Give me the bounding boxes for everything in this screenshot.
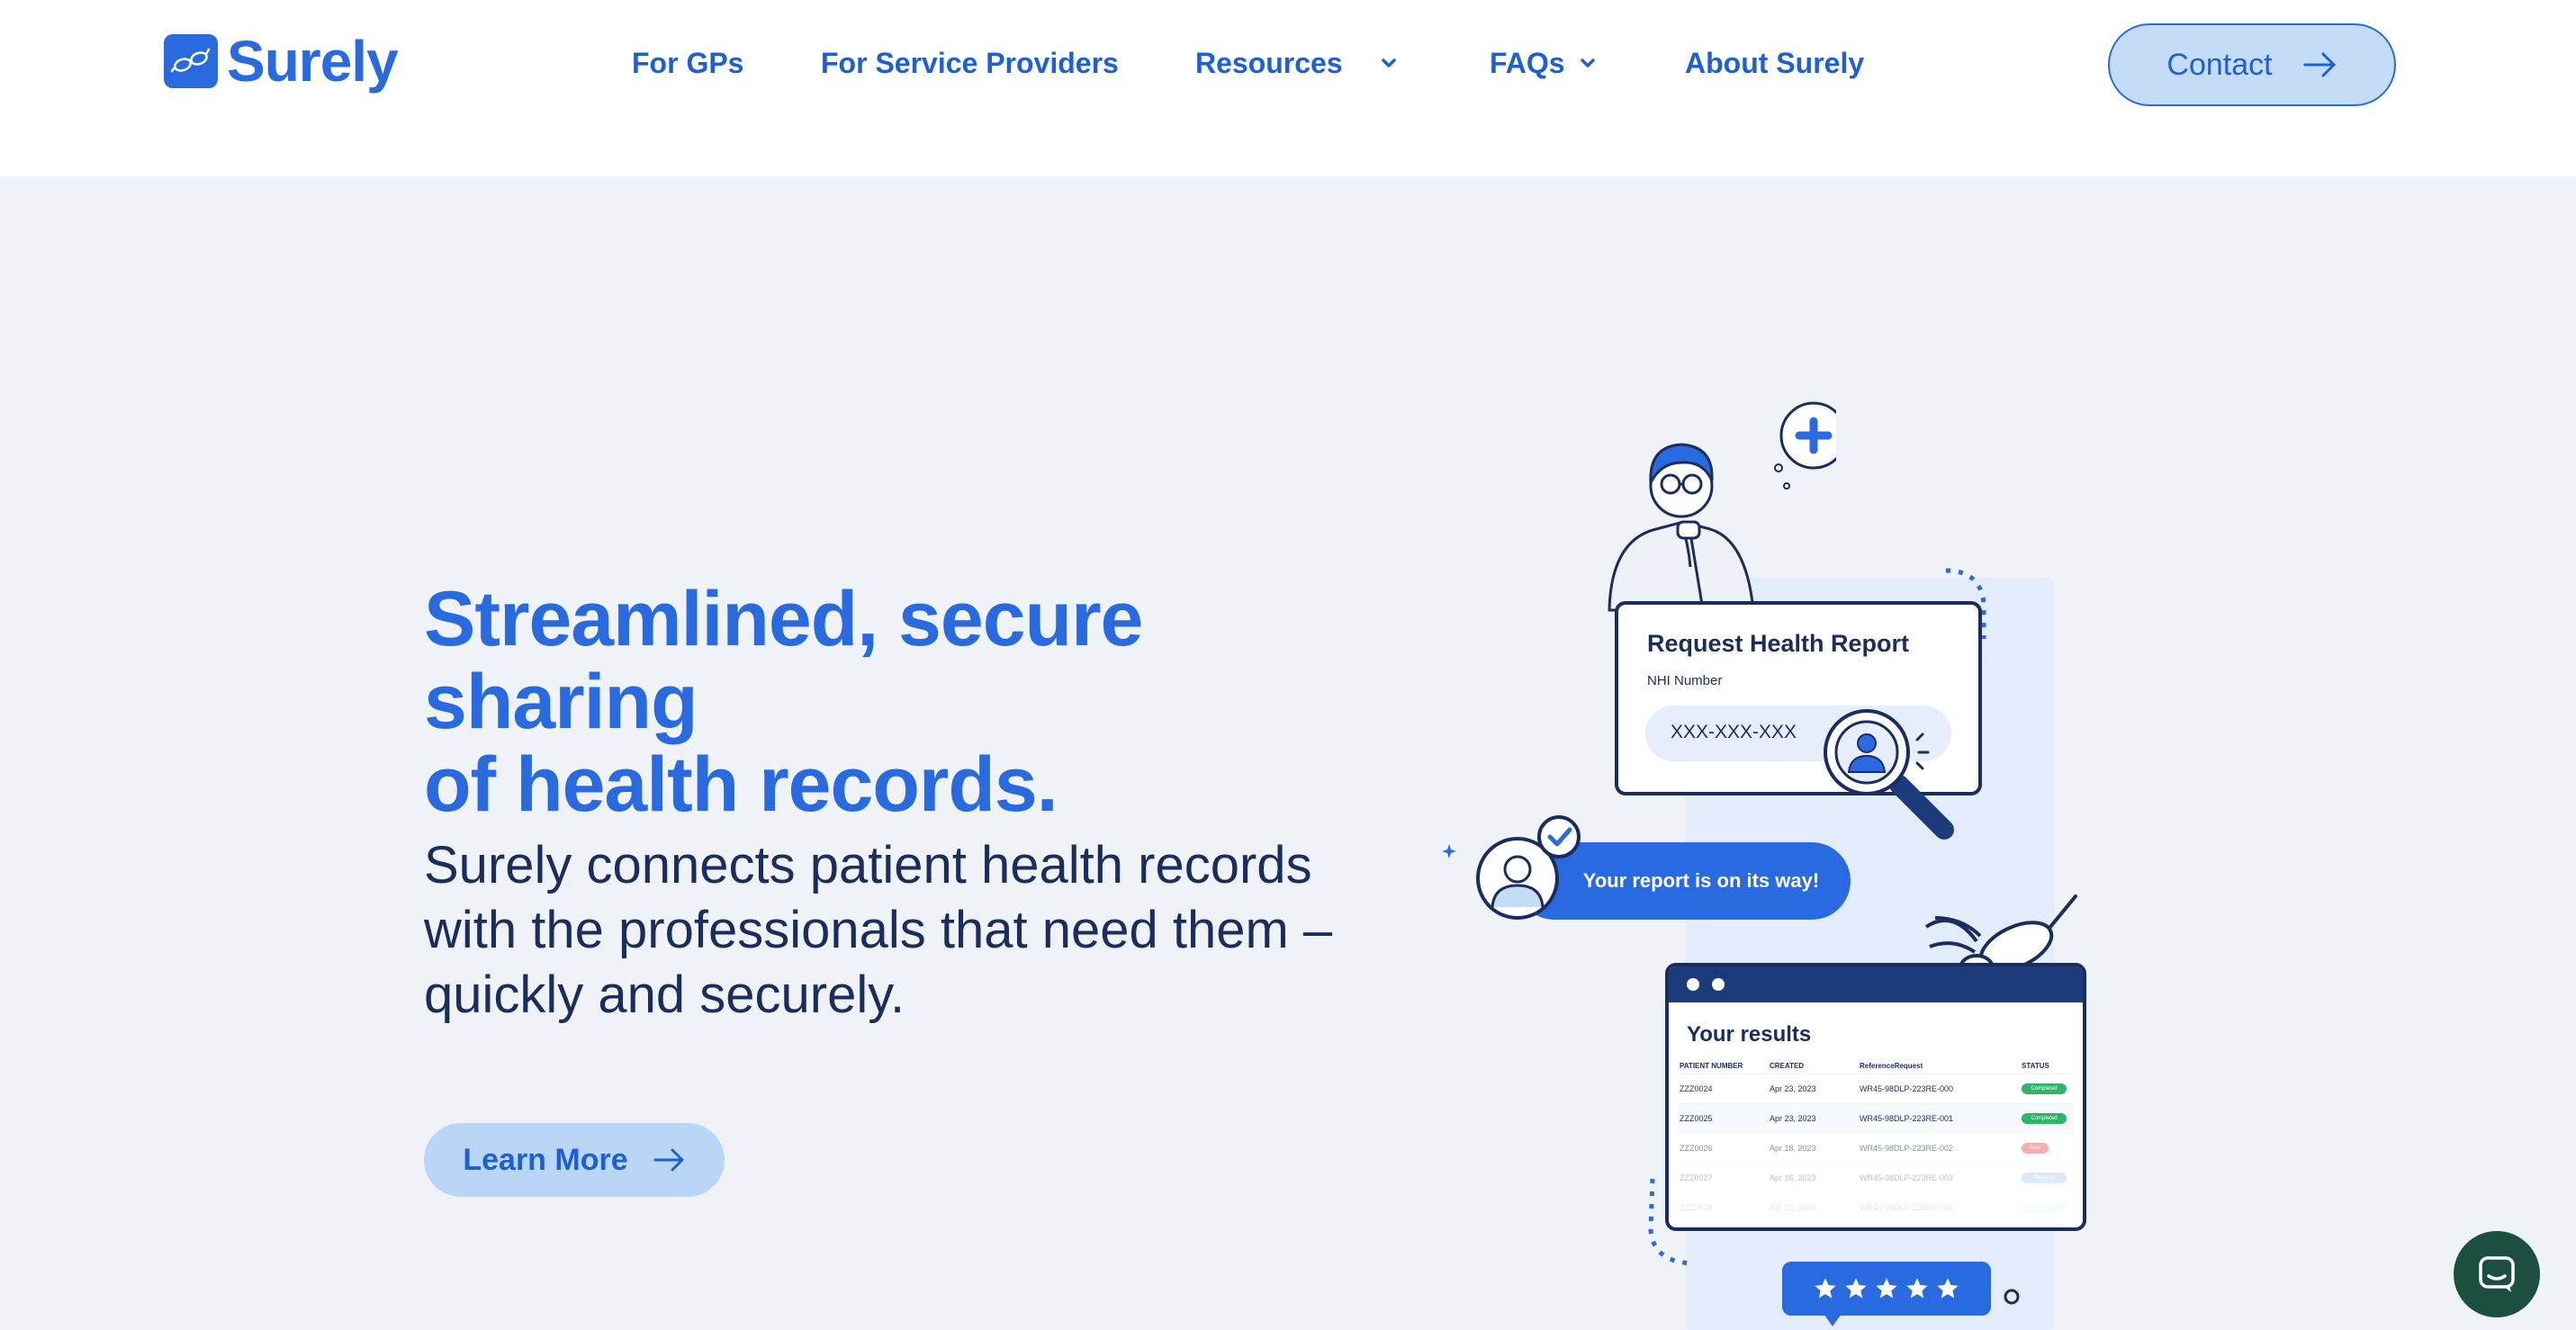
nhi-value: XXX-XXX-XXX bbox=[1671, 722, 1797, 742]
chevron-down-icon bbox=[1580, 58, 1595, 67]
column-header: CREATED bbox=[1770, 1062, 1805, 1070]
hero-desc-line: with the professionals that need them – bbox=[424, 901, 1333, 959]
star-icon bbox=[1906, 1278, 1928, 1299]
patient-number: ZZZ0025 bbox=[1680, 1114, 1713, 1123]
reference-request: WR45-98DLP-223RE-001 bbox=[1860, 1114, 1954, 1123]
star-icon bbox=[1815, 1278, 1836, 1299]
results-titlebar bbox=[1669, 966, 2083, 1002]
learn-more-button[interactable]: Learn More bbox=[424, 1123, 725, 1197]
window-dot bbox=[1712, 978, 1725, 991]
learn-more-label: Learn More bbox=[463, 1142, 628, 1177]
doctor-figure-icon bbox=[1608, 401, 1836, 612]
created-date: Apr 16, 2023 bbox=[1770, 1173, 1816, 1182]
table-row: ZZZ0026 Apr 18, 2023 WR45-98DLP-223RE-00… bbox=[1678, 1133, 2074, 1163]
logo[interactable]: Surely bbox=[164, 29, 399, 94]
arrow-right-icon bbox=[2303, 52, 2336, 77]
logo-text: Surely bbox=[227, 29, 399, 94]
patient-number: ZZZ0024 bbox=[1680, 1084, 1713, 1093]
status-badge: Error bbox=[2022, 1143, 2049, 1154]
created-date: Apr 23, 2023 bbox=[1770, 1114, 1816, 1123]
created-date: Apr 18, 2023 bbox=[1770, 1144, 1816, 1153]
column-header: PATIENT NUMBER bbox=[1680, 1062, 1743, 1070]
nav-label: FAQs bbox=[1490, 46, 1565, 79]
patient-number: ZZZ0026 bbox=[1680, 1144, 1713, 1153]
hero-title-line: of health records. bbox=[424, 741, 1058, 828]
reference-request: WR45-98DLP-223RE-003 bbox=[1860, 1173, 1954, 1182]
column-header: ReferenceRequest bbox=[1860, 1062, 1923, 1070]
reference-request: WR45-98DLP-223RE-002 bbox=[1860, 1144, 1954, 1153]
nav-label: For Service Providers bbox=[821, 46, 1119, 79]
decor-circle-icon bbox=[2004, 1289, 2020, 1305]
star-icon bbox=[1845, 1278, 1867, 1299]
reference-request: WR45-98DLP-223RE-004 bbox=[1860, 1203, 1954, 1212]
hero-illustration: Request Health Report NHI Number XXX-XXX… bbox=[1440, 378, 2124, 1330]
notification-text: Your report is on its way! bbox=[1582, 869, 1820, 892]
hero-desc-line: quickly and securely. bbox=[424, 966, 905, 1024]
contact-button[interactable]: Contact bbox=[2108, 23, 2396, 106]
nav-for-service-providers[interactable]: For Service Providers bbox=[821, 41, 1119, 85]
hero-desc-line: Surely connects patient health records bbox=[424, 836, 1312, 894]
nav-resources[interactable]: Resources bbox=[1195, 41, 1399, 85]
nav-about-surely[interactable]: About Surely bbox=[1685, 41, 1864, 85]
nav-for-gps[interactable]: For GPs bbox=[632, 41, 743, 85]
nav-label: About Surely bbox=[1685, 46, 1865, 79]
nav-label: Resources bbox=[1195, 46, 1343, 79]
results-window: Your results PATIENT NUMBER CREATED Refe… bbox=[1665, 963, 2086, 1231]
table-row: ZZZ0027 Apr 16, 2023 WR45-98DLP-223RE-00… bbox=[1678, 1163, 2074, 1192]
site-header: Surely For GPs For Service Providers Res… bbox=[0, 0, 2576, 176]
hero-title: Streamlined, secure sharing of health re… bbox=[424, 578, 1432, 826]
magnifier-user-icon bbox=[1824, 709, 1954, 840]
contact-label: Contact bbox=[2166, 47, 2273, 82]
reference-request: WR45-98DLP-223RE-000 bbox=[1860, 1084, 1954, 1093]
sparkle-icon bbox=[1442, 844, 1456, 858]
chevron-down-icon bbox=[1381, 58, 1396, 67]
arrow-right-icon bbox=[653, 1148, 684, 1172]
status-badge: Completed bbox=[2022, 1113, 2067, 1124]
nav-faqs[interactable]: FAQs bbox=[1490, 41, 1598, 85]
results-header-row: PATIENT NUMBER CREATED ReferenceRequest … bbox=[1678, 1058, 2074, 1074]
chat-bubble-icon bbox=[2479, 1256, 2515, 1292]
created-date: Apr 23, 2023 bbox=[1770, 1084, 1816, 1093]
created-date: Apr 12, 2023 bbox=[1770, 1203, 1816, 1212]
rating-pointer-icon bbox=[1824, 1314, 1842, 1326]
table-row: ZZZ0024 Apr 23, 2023 WR45-98DLP-223RE-00… bbox=[1678, 1074, 2074, 1103]
column-header: STATUS bbox=[2022, 1062, 2049, 1070]
table-row: ZZZ0028 Apr 12, 2023 WR45-98DLP-223RE-00… bbox=[1678, 1192, 2074, 1222]
star-icon bbox=[1937, 1278, 1959, 1299]
decor-dots-icon bbox=[1648, 1178, 1693, 1266]
results-table: PATIENT NUMBER CREATED ReferenceRequest … bbox=[1678, 1058, 2074, 1222]
nhi-label: NHI Number bbox=[1647, 673, 1723, 688]
results-title: Your results bbox=[1687, 1022, 1812, 1047]
window-dot bbox=[1687, 978, 1699, 991]
table-row: ZZZ0025 Apr 23, 2023 WR45-98DLP-223RE-00… bbox=[1678, 1103, 2074, 1133]
user-verified-icon bbox=[1476, 815, 1581, 920]
status-badge: Pending bbox=[2022, 1173, 2067, 1183]
request-card-title: Request Health Report bbox=[1647, 630, 1910, 657]
rating-badge bbox=[1782, 1262, 1991, 1316]
hero-title-line: Streamlined, secure sharing bbox=[424, 576, 1143, 745]
star-icon bbox=[1876, 1278, 1897, 1299]
status-badge bbox=[2022, 1202, 2067, 1213]
chat-widget-button[interactable] bbox=[2454, 1231, 2540, 1317]
nav-label: For GPs bbox=[632, 46, 744, 79]
glasses-logo-icon bbox=[164, 34, 218, 88]
hero-description: Surely connects patient health records w… bbox=[424, 833, 1387, 1028]
status-badge: Completed bbox=[2022, 1083, 2067, 1094]
